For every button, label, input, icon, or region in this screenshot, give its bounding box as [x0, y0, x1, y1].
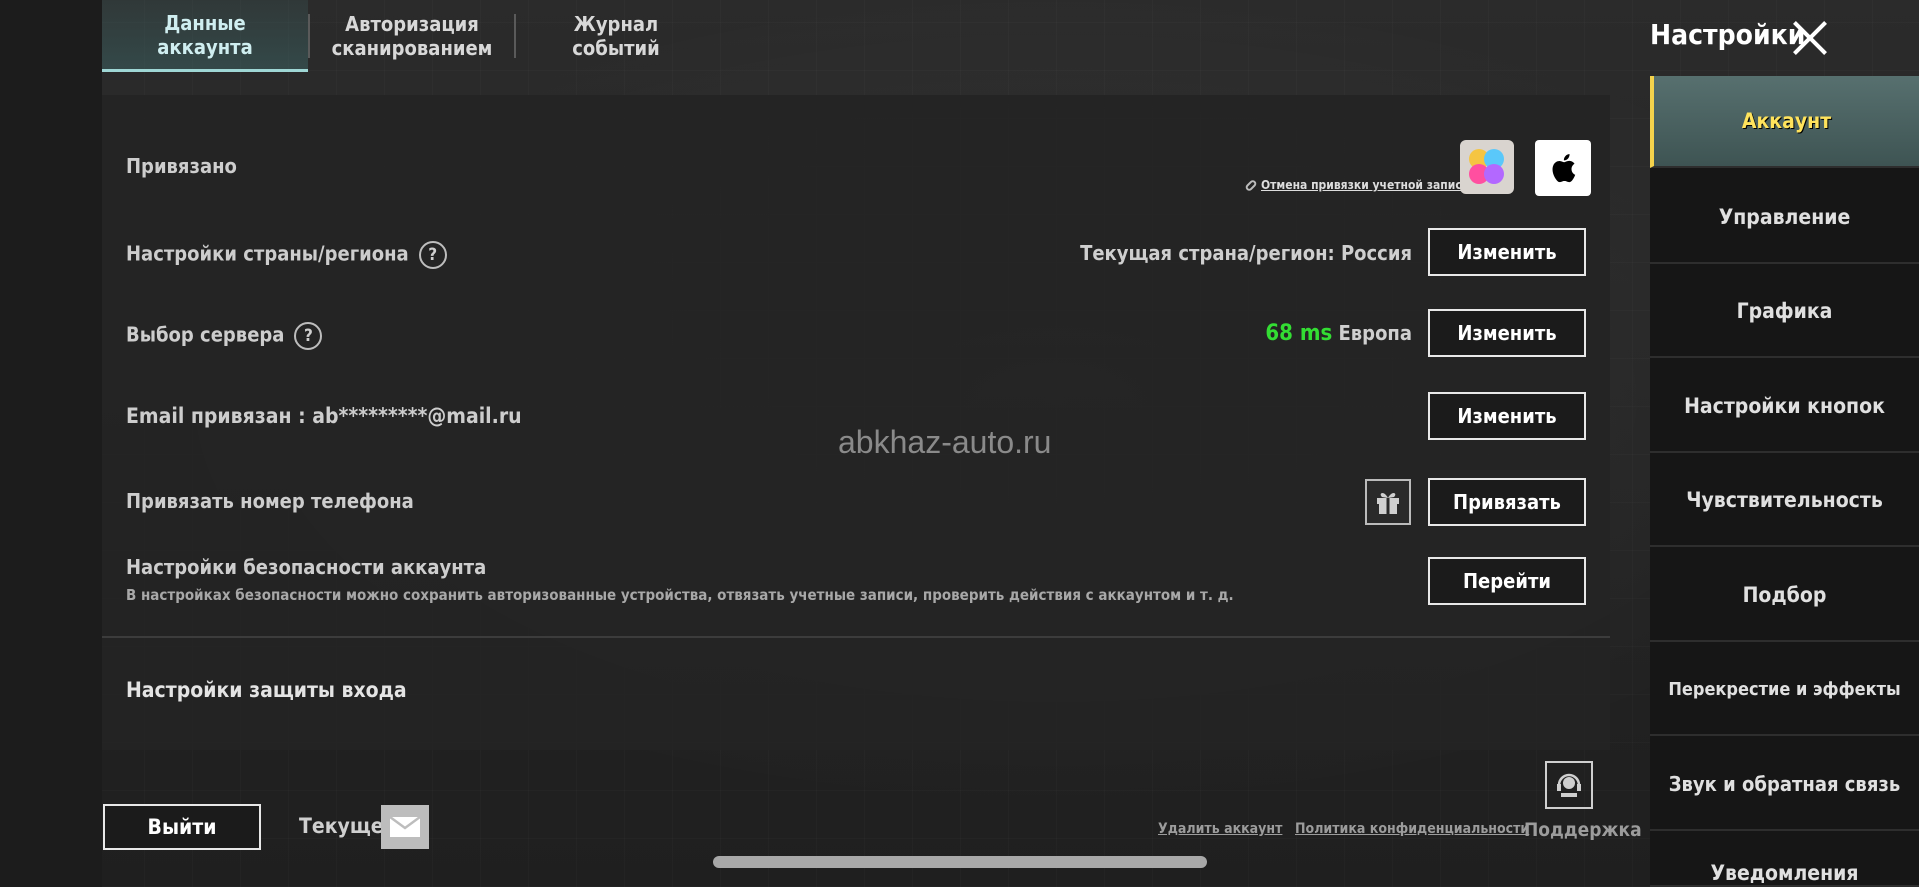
linked-label: Привязано	[126, 154, 237, 178]
sidebar-item-graphics[interactable]: Графика	[1650, 266, 1919, 358]
sidebar-item-crosshair[interactable]: Перекрестие и эффекты	[1650, 644, 1919, 736]
server-status: 68 ms Европа	[1265, 321, 1412, 346]
delete-account-link[interactable]: Удалить аккаунт	[1158, 821, 1282, 837]
close-icon[interactable]	[1788, 16, 1832, 60]
watermark: abkhaz-auto.ru	[838, 424, 1052, 460]
section-divider	[102, 636, 1610, 638]
gift-glyph	[1377, 492, 1399, 514]
change-region-button[interactable]: Изменить	[1428, 228, 1586, 276]
exit-button[interactable]: Выйти	[103, 804, 261, 850]
sidebar-item-sound[interactable]: Звук и обратная связь	[1650, 739, 1919, 831]
privacy-policy-link[interactable]: Политика конфиденциальности	[1295, 821, 1529, 837]
sidebar-item-controls[interactable]: Управление	[1650, 172, 1919, 264]
apple-logo	[1552, 154, 1576, 183]
region-label-text: Настройки страны/региона	[126, 241, 409, 266]
security-description: В настройках безопасности можно сохранит…	[126, 586, 1234, 604]
login-protection-title: Настройки защиты входа	[126, 678, 407, 702]
settings-title: Настройки	[1650, 18, 1806, 51]
sidebar-item-sensitivity[interactable]: Чувствительность	[1650, 455, 1919, 547]
change-server-button[interactable]: Изменить	[1428, 309, 1586, 357]
home-indicator[interactable]	[713, 856, 1207, 868]
support-icon[interactable]	[1545, 761, 1593, 809]
current-region-value: Текущая страна/регион: Россия	[1080, 241, 1412, 265]
link-icon	[1244, 178, 1258, 193]
tab-event-log[interactable]: Журнал событий	[516, 0, 716, 72]
game-center-bubble	[1484, 164, 1504, 184]
tab-scan-authorization[interactable]: Авторизация сканированием	[310, 0, 514, 72]
server-label-text: Выбор сервера	[126, 322, 285, 347]
region-label: Настройки страны/региона?	[126, 241, 447, 269]
unlink-account-link[interactable]: Отмена привязки учетной записи	[1244, 178, 1470, 193]
apple-icon[interactable]	[1535, 140, 1591, 196]
tab-account-data[interactable]: Данные аккаунта	[102, 0, 308, 72]
help-icon[interactable]: ?	[418, 241, 447, 269]
mail-glyph	[390, 817, 420, 837]
bind-phone-button[interactable]: Привязать	[1428, 478, 1586, 526]
server-name: Европа	[1338, 321, 1413, 345]
security-label: Настройки безопасности аккаунта	[126, 555, 487, 579]
support-label: Поддержка	[1524, 819, 1642, 841]
change-email-button[interactable]: Изменить	[1428, 392, 1586, 440]
ping-value: 68 ms	[1265, 321, 1333, 346]
mail-icon[interactable]	[381, 805, 429, 849]
server-label: Выбор сервера?	[126, 322, 323, 350]
go-security-button[interactable]: Перейти	[1428, 557, 1586, 605]
top-tabs: Данные аккаунта Авторизация сканирование…	[102, 0, 716, 72]
unlink-text: Отмена привязки учетной записи	[1261, 178, 1470, 192]
left-edge-shade	[0, 0, 102, 887]
sidebar-item-notifications[interactable]: Уведомления	[1650, 833, 1919, 887]
help-icon[interactable]: ?	[294, 322, 323, 350]
sidebar-item-matchmaking[interactable]: Подбор	[1650, 550, 1919, 642]
sidebar-item-button-settings[interactable]: Настройки кнопок	[1650, 361, 1919, 453]
headset-glyph	[1557, 773, 1581, 797]
sidebar-item-account[interactable]: Аккаунт	[1650, 76, 1919, 168]
phone-label: Привязать номер телефона	[126, 489, 414, 513]
gift-icon[interactable]	[1365, 479, 1411, 525]
email-label: Email привязан : ab*********@mail.ru	[126, 404, 522, 428]
game-center-icon[interactable]	[1460, 140, 1514, 194]
